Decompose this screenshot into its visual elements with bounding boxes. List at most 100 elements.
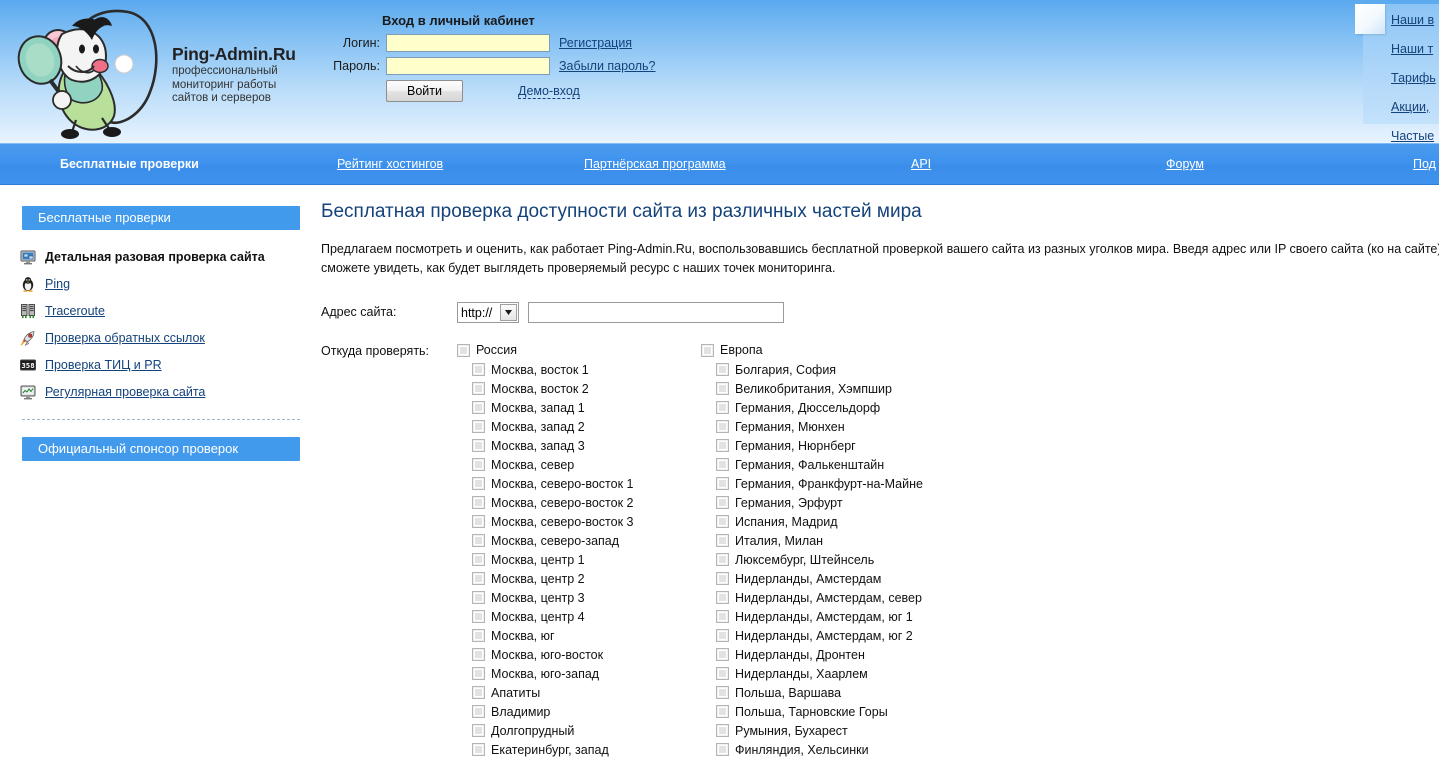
password-input[interactable] [386,57,550,75]
location-label[interactable]: Германия, Франкфурт-на-Майне [735,477,923,491]
corner-link-4[interactable]: Акции, [1391,100,1439,114]
location-checkbox[interactable] [472,401,485,414]
location-checkbox[interactable] [472,496,485,509]
location-label[interactable]: Германия, Мюнхен [735,420,845,434]
location-checkbox[interactable] [716,382,729,395]
sidebar-item-4[interactable]: Проверка обратных ссылок [20,325,318,351]
nav-item-4[interactable]: API [911,157,931,171]
location-label[interactable]: Долгопрудный [491,724,574,738]
group-label[interactable]: Россия [476,343,517,357]
location-checkbox[interactable] [716,496,729,509]
group-label[interactable]: Европа [720,343,763,357]
location-checkbox[interactable] [472,667,485,680]
location-label[interactable]: Нидерланды, Амстердам, юг 2 [735,629,913,643]
location-label[interactable]: Нидерланды, Амстердам, юг 1 [735,610,913,624]
location-checkbox[interactable] [716,553,729,566]
location-label[interactable]: Германия, Дюссельдорф [735,401,880,415]
location-label[interactable]: Германия, Фалькенштайн [735,458,884,472]
location-label[interactable]: Польша, Варшава [735,686,841,700]
location-checkbox[interactable] [716,458,729,471]
location-label[interactable]: Москва, восток 1 [491,363,589,377]
location-label[interactable]: Москва, центр 1 [491,553,585,567]
location-label[interactable]: Москва, юго-запад [491,667,599,681]
location-label[interactable]: Москва, северо-восток 2 [491,496,633,510]
nav-item-2[interactable]: Рейтинг хостингов [337,157,443,171]
location-checkbox[interactable] [472,553,485,566]
sidebar-item-label[interactable]: Регулярная проверка сайта [45,385,205,399]
location-checkbox[interactable] [716,705,729,718]
group-checkbox[interactable] [457,344,470,357]
location-checkbox[interactable] [472,420,485,433]
location-label[interactable]: Румыния, Бухарест [735,724,848,738]
location-label[interactable]: Нидерланды, Амстердам [735,572,881,586]
location-label[interactable]: Москва, север [491,458,574,472]
forgot-password-link[interactable]: Забыли пароль? [559,59,656,73]
location-checkbox[interactable] [472,686,485,699]
location-checkbox[interactable] [472,534,485,547]
group-checkbox[interactable] [701,344,714,357]
location-label[interactable]: Москва, юг [491,629,555,643]
location-checkbox[interactable] [472,458,485,471]
location-checkbox[interactable] [716,401,729,414]
demo-login-link[interactable]: Демо-вход [518,84,580,99]
location-checkbox[interactable] [716,572,729,585]
location-checkbox[interactable] [472,724,485,737]
location-label[interactable]: Германия, Нюрнберг [735,439,856,453]
location-checkbox[interactable] [716,686,729,699]
location-checkbox[interactable] [716,629,729,642]
location-checkbox[interactable] [716,648,729,661]
login-submit-button[interactable]: Войти [386,80,463,102]
location-checkbox[interactable] [472,591,485,604]
location-label[interactable]: Москва, северо-восток 3 [491,515,633,529]
location-label[interactable]: Польша, Тарновские Горы [735,705,888,719]
location-checkbox[interactable] [472,610,485,623]
location-checkbox[interactable] [716,534,729,547]
login-input[interactable] [386,34,550,52]
location-checkbox[interactable] [472,382,485,395]
sidebar-item-label[interactable]: Traceroute [45,304,105,318]
location-label[interactable]: Нидерланды, Дронтен [735,648,865,662]
location-label[interactable]: Апатиты [491,686,540,700]
nav-item-6[interactable]: Под [1413,157,1436,171]
location-checkbox[interactable] [716,667,729,680]
sidebar-item-2[interactable]: Ping [20,271,318,297]
corner-link-2[interactable]: Наши т [1391,42,1439,56]
location-checkbox[interactable] [716,610,729,623]
sidebar-item-6[interactable]: Регулярная проверка сайта [20,379,318,405]
location-label[interactable]: Владимир [491,705,550,719]
location-label[interactable]: Москва, северо-восток 1 [491,477,633,491]
sidebar-item-3[interactable]: Traceroute [20,298,318,324]
location-checkbox[interactable] [716,743,729,756]
nav-item-3[interactable]: Партнёрская программа [584,157,726,171]
location-label[interactable]: Испания, Мадрид [735,515,838,529]
location-label[interactable]: Москва, запад 1 [491,401,585,415]
location-label[interactable]: Болгария, София [735,363,836,377]
location-checkbox[interactable] [716,477,729,490]
location-checkbox[interactable] [716,724,729,737]
sidebar-item-label[interactable]: Проверка обратных ссылок [45,331,205,345]
corner-link-1[interactable]: Наши в [1391,13,1439,27]
location-checkbox[interactable] [472,363,485,376]
location-label[interactable]: Великобритания, Хэмпшир [735,382,892,396]
location-label[interactable]: Италия, Милан [735,534,823,548]
location-label[interactable]: Финляндия, Хельсинки [735,743,869,757]
location-label[interactable]: Москва, центр 2 [491,572,585,586]
location-label[interactable]: Москва, запад 3 [491,439,585,453]
location-label[interactable]: Люксембург, Штейнсель [735,553,874,567]
location-label[interactable]: Москва, северо-запад [491,534,619,548]
location-checkbox[interactable] [716,363,729,376]
location-checkbox[interactable] [716,439,729,452]
sidebar-item-5[interactable]: 358Проверка ТИЦ и PR [20,352,318,378]
location-label[interactable]: Нидерланды, Амстердам, север [735,591,922,605]
location-checkbox[interactable] [472,705,485,718]
location-label[interactable]: Нидерланды, Хаарлем [735,667,868,681]
location-checkbox[interactable] [472,648,485,661]
location-label[interactable]: Германия, Эрфурт [735,496,843,510]
location-checkbox[interactable] [472,572,485,585]
sidebar-item-label[interactable]: Проверка ТИЦ и PR [45,358,162,372]
location-label[interactable]: Москва, центр 4 [491,610,585,624]
location-label[interactable]: Москва, центр 3 [491,591,585,605]
register-link[interactable]: Регистрация [559,36,632,50]
location-checkbox[interactable] [472,439,485,452]
corner-link-3[interactable]: Тарифь [1391,71,1439,85]
